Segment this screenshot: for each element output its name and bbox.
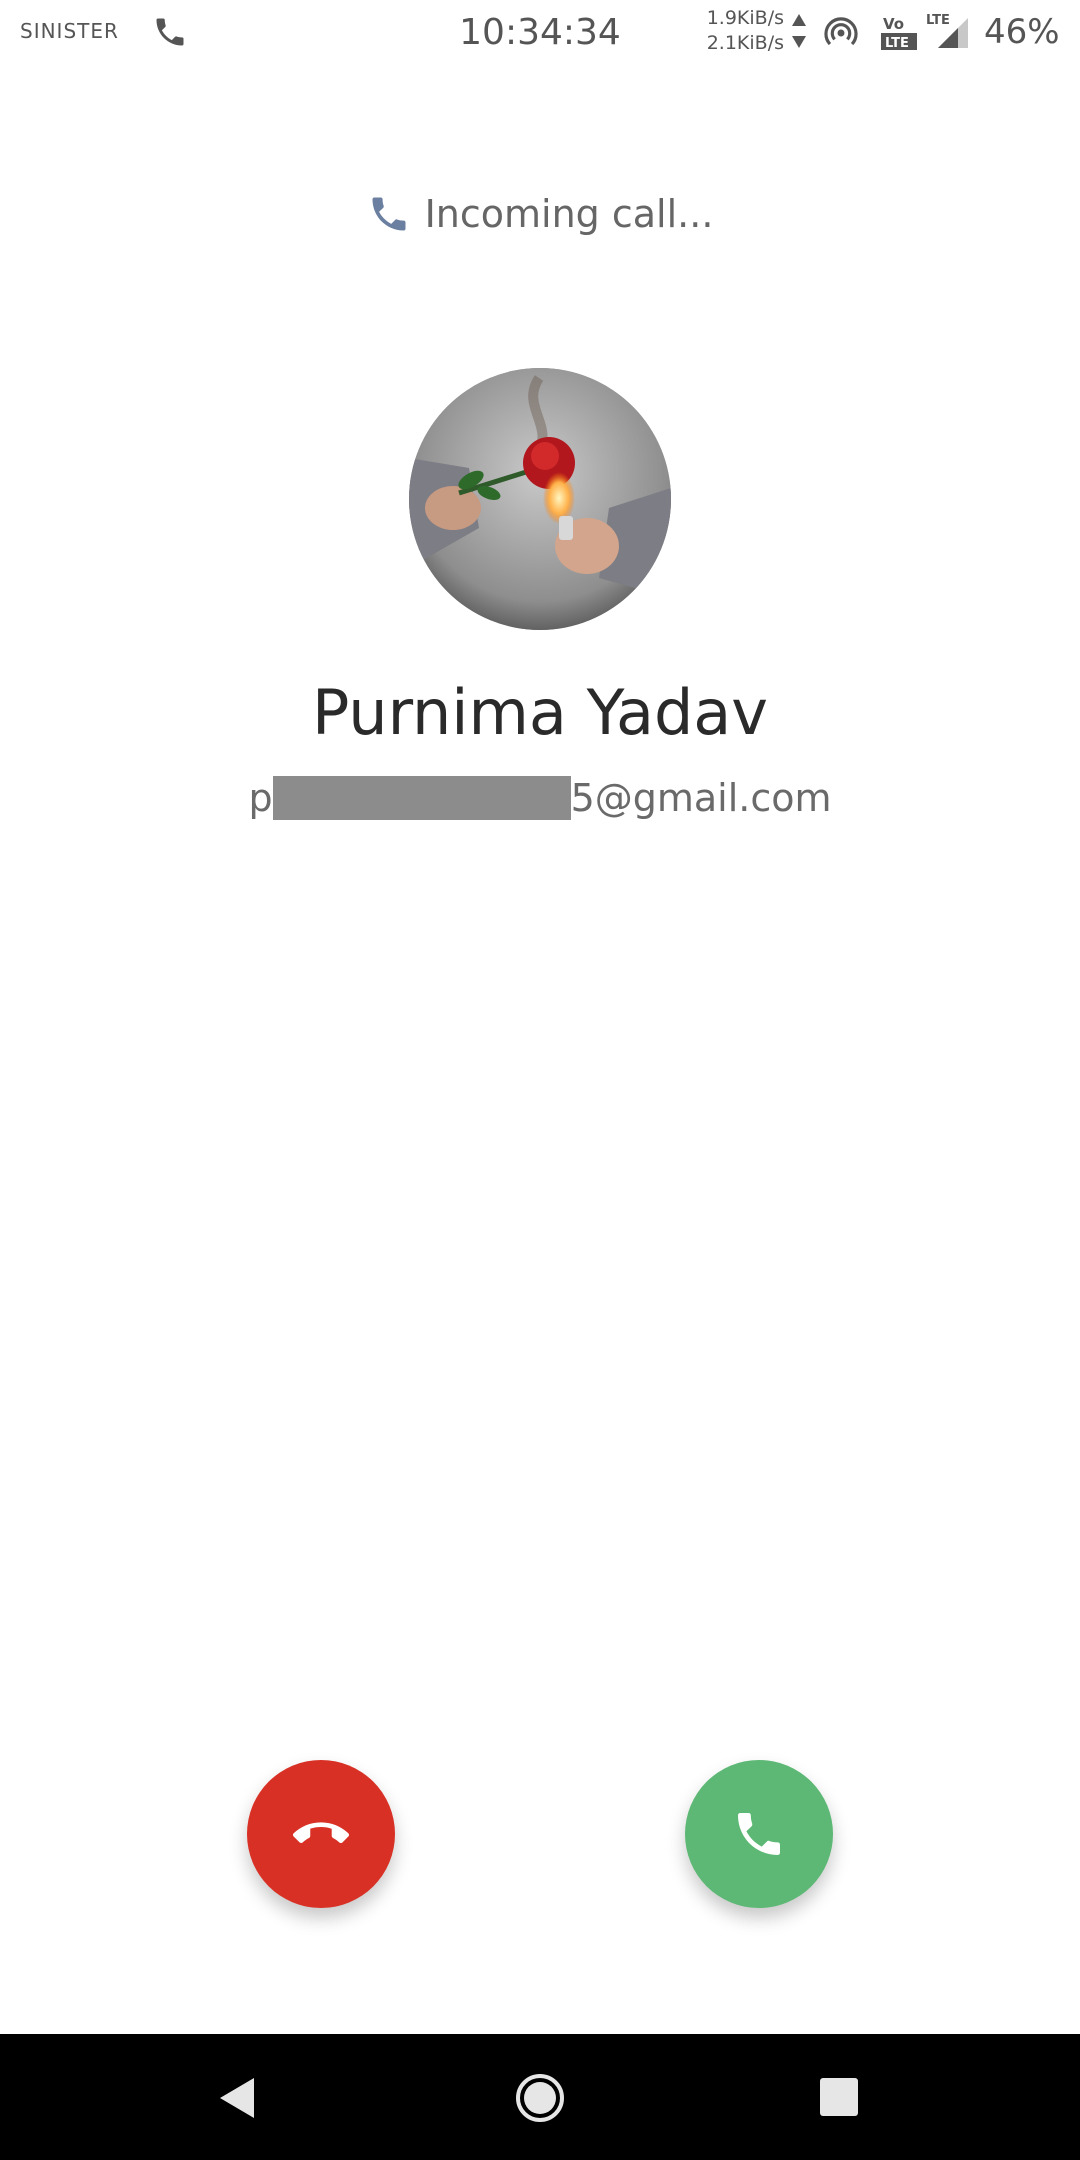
caller-email: p 5@gmail.com: [0, 772, 1080, 824]
caller-avatar: [409, 368, 671, 630]
recents-icon[interactable]: [818, 2076, 860, 2118]
call-status-text: Incoming call...: [424, 192, 714, 236]
svg-text:Vo: Vo: [883, 15, 904, 33]
battery-level: 46%: [984, 12, 1060, 52]
incoming-call-label: Incoming call...: [0, 188, 1080, 240]
decline-call-button[interactable]: [247, 1760, 395, 1908]
hang-up-icon: [293, 1822, 349, 1844]
home-icon[interactable]: [514, 2072, 566, 2124]
network-speed: 1.9KiB/s 2.1KiB/s: [702, 6, 784, 56]
upload-speed: 1.9KiB/s: [706, 7, 784, 29]
redaction-block: [272, 776, 571, 820]
hotspot-icon: [824, 17, 858, 46]
navigation-bar: [0, 2034, 1080, 2160]
accept-call-button[interactable]: [685, 1760, 833, 1908]
email-suffix: 5@gmail.com: [570, 776, 832, 820]
lte-label: LTE: [926, 13, 950, 28]
email-prefix: p: [248, 776, 273, 820]
caller-name: Purnima Yadav: [312, 676, 768, 749]
status-bar: SINISTER 10:34:34 1.9KiB/s 2.1KiB/s Vo L…: [0, 0, 1080, 66]
phone-icon: [738, 1813, 780, 1855]
phone-icon: [372, 197, 406, 231]
incoming-call-screen: SINISTER 10:34:34 1.9KiB/s 2.1KiB/s Vo L…: [0, 0, 1080, 2160]
back-icon[interactable]: [214, 2074, 262, 2122]
signal-icon: LTE: [926, 13, 968, 48]
download-speed: 2.1KiB/s: [706, 32, 784, 54]
svg-text:LTE: LTE: [885, 36, 909, 51]
data-arrows-icon: [792, 14, 806, 48]
volte-icon: Vo LTE: [881, 15, 917, 51]
